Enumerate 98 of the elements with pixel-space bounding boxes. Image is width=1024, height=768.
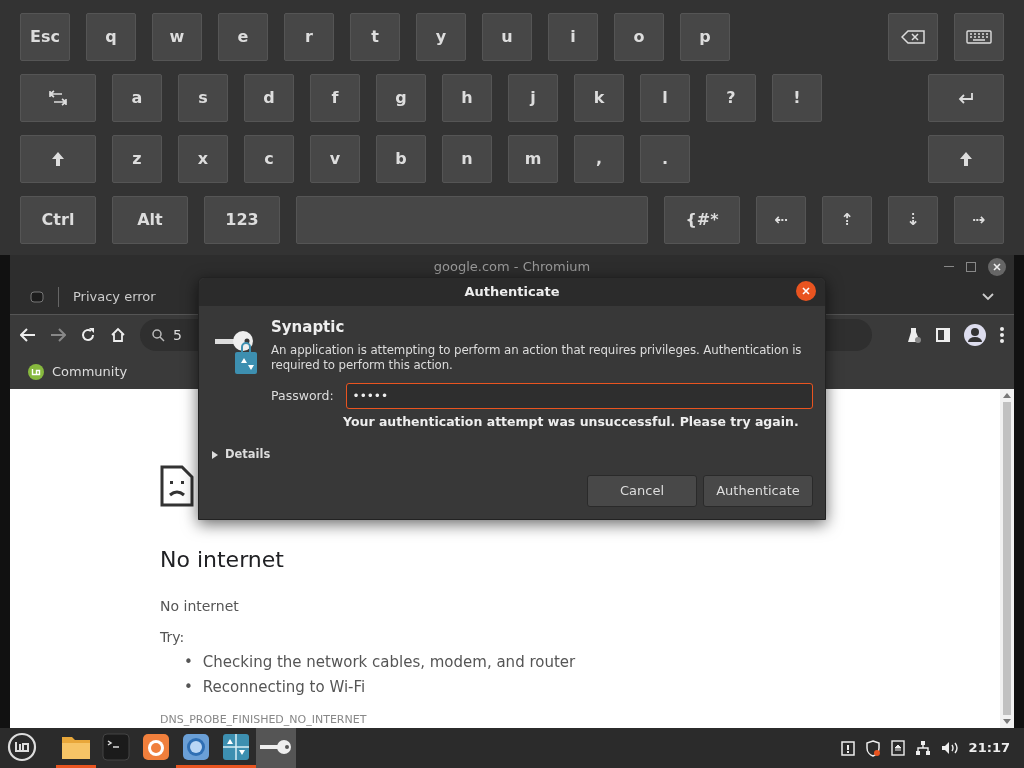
key[interactable]: q <box>86 13 136 61</box>
network-icon[interactable] <box>914 740 931 756</box>
sad-page-icon <box>160 465 194 507</box>
keyboard-icon <box>966 30 992 44</box>
avatar-icon[interactable] <box>964 324 986 346</box>
tab-icon <box>49 90 67 106</box>
key[interactable]: ⇠ <box>756 196 806 244</box>
key[interactable]: ? <box>706 74 756 122</box>
keyboard-key[interactable] <box>954 13 1004 61</box>
home-icon[interactable] <box>110 327 126 343</box>
key[interactable]: 123 <box>204 196 280 244</box>
key[interactable]: l <box>640 74 690 122</box>
clipboard-icon[interactable] <box>840 740 855 756</box>
mint-logo-icon <box>28 364 44 380</box>
key[interactable]: u <box>482 13 532 61</box>
key[interactable]: j <box>508 74 558 122</box>
key[interactable]: z <box>112 135 162 183</box>
key[interactable]: s <box>178 74 228 122</box>
error-text: Your authentication attempt was unsuccessful. Please try again. <box>343 413 800 432</box>
bullet: • <box>184 677 193 698</box>
shift-icon <box>959 151 973 167</box>
search-icon <box>152 328 165 342</box>
key[interactable]: y <box>416 13 466 61</box>
dialog-message: An application is attempting to perform an action that requires privileges. Authentication is required to perform this action. <box>271 342 803 374</box>
key[interactable]: g <box>376 74 426 122</box>
key[interactable]: w <box>152 13 202 61</box>
key[interactable]: Ctrl <box>20 196 96 244</box>
tab-key[interactable] <box>20 74 96 122</box>
key-lock-icon <box>215 330 257 376</box>
key[interactable]: e <box>218 13 268 61</box>
error-code: DNS_PROBE_FINISHED_NO_INTERNET <box>160 712 368 728</box>
close-icon <box>802 287 810 295</box>
try-label: Try: <box>160 628 186 647</box>
key[interactable]: n <box>442 135 492 183</box>
flask-icon[interactable] <box>906 327 922 343</box>
bookmark[interactable]: Community <box>22 361 134 383</box>
backspace-key[interactable] <box>888 13 938 61</box>
forward-icon[interactable] <box>50 328 66 342</box>
side-panel-icon[interactable] <box>936 328 950 342</box>
password-label: Password: <box>271 386 334 405</box>
key[interactable]: c <box>244 135 294 183</box>
close-button[interactable] <box>796 281 816 301</box>
reload-icon[interactable] <box>80 327 96 343</box>
suggestion-item: Checking the network cables, modem, and router <box>202 652 576 673</box>
key[interactable]: f <box>310 74 360 122</box>
clock[interactable]: 21:17 <box>968 738 1010 758</box>
key[interactable]: b <box>376 135 426 183</box>
chevron-down-icon[interactable] <box>982 292 994 301</box>
key[interactable]: ⇢ <box>954 196 1004 244</box>
key[interactable]: o <box>614 13 664 61</box>
key[interactable]: i <box>548 13 598 61</box>
key[interactable]: h <box>442 74 492 122</box>
details-expander[interactable]: Details <box>211 445 271 464</box>
key[interactable]: t <box>350 13 400 61</box>
key[interactable]: Alt <box>112 196 188 244</box>
app-name: Synaptic <box>271 317 346 338</box>
back-icon[interactable] <box>20 328 36 342</box>
key[interactable]: a <box>112 74 162 122</box>
menu-icon[interactable] <box>1000 327 1004 343</box>
triangle-right-icon <box>211 450 219 459</box>
key[interactable]: p <box>680 13 730 61</box>
error-heading: No internet <box>160 546 285 574</box>
key[interactable]: m <box>508 135 558 183</box>
shield-icon[interactable] <box>864 739 881 757</box>
volume-icon[interactable] <box>940 741 959 755</box>
key[interactable]: ! <box>772 74 822 122</box>
key[interactable]: r <box>284 13 334 61</box>
key[interactable]: ⇡ <box>822 196 872 244</box>
suggestion-item: Reconnecting to Wi-Fi <box>202 677 366 698</box>
bullet: • <box>184 652 193 673</box>
key[interactable]: x <box>178 135 228 183</box>
key[interactable]: Esc <box>20 13 70 61</box>
enter-icon <box>958 92 974 104</box>
eject-icon[interactable] <box>890 740 905 756</box>
scroll-down-icon[interactable] <box>1003 719 1011 724</box>
key[interactable]: ⇣ <box>888 196 938 244</box>
key[interactable]: d <box>244 74 294 122</box>
page-icon <box>30 289 44 304</box>
authenticate-button[interactable]: Authenticate <box>703 475 813 508</box>
dialog-title: Authenticate <box>464 283 560 302</box>
key[interactable]: k <box>574 74 624 122</box>
password-field[interactable]: ••••• <box>345 383 813 410</box>
browser-tab[interactable]: Privacy error <box>30 286 156 307</box>
minimize-icon[interactable] <box>944 266 954 268</box>
shift-icon <box>51 151 65 167</box>
backspace-icon <box>901 30 925 44</box>
key[interactable]: , <box>574 135 624 183</box>
scroll-up-icon[interactable] <box>1003 393 1011 398</box>
cancel-button[interactable]: Cancel <box>587 475 697 508</box>
scrollbar[interactable] <box>1000 389 1014 728</box>
close-icon[interactable] <box>988 258 1006 276</box>
key[interactable]: v <box>310 135 360 183</box>
maximize-icon[interactable] <box>966 262 976 272</box>
error-message: No internet <box>160 597 240 616</box>
key[interactable]: {#* <box>664 196 740 244</box>
window-title: google.com - Chromium <box>433 258 591 277</box>
key-icon[interactable] <box>256 728 296 768</box>
key[interactable]: . <box>640 135 690 183</box>
